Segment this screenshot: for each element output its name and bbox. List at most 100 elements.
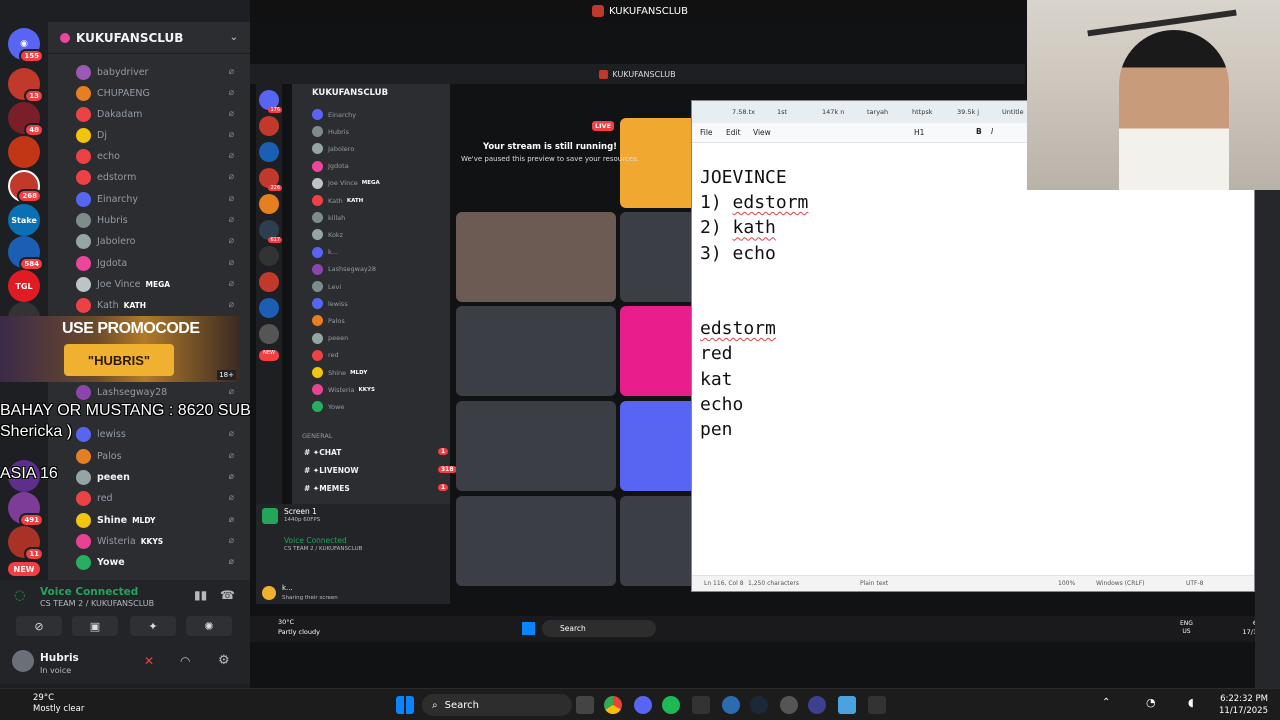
video-tile[interactable] bbox=[620, 212, 696, 302]
notepad-tab[interactable]: 7.58.tx bbox=[732, 108, 755, 116]
heading-dropdown[interactable]: H1 bbox=[914, 128, 924, 137]
notepad-tab[interactable]: httpsk bbox=[912, 108, 933, 116]
server-icon[interactable]: 11 bbox=[8, 526, 44, 561]
spotify-icon[interactable] bbox=[662, 696, 680, 714]
channel-badge: 1 bbox=[438, 484, 449, 491]
menu-view[interactable]: View bbox=[753, 128, 771, 137]
chevron-down-icon[interactable]: ⌄ bbox=[230, 32, 238, 43]
member-item[interactable]: Joe Vince MEGA ⌀ bbox=[76, 274, 246, 294]
misspelled-word: edstorm bbox=[732, 192, 809, 214]
italic-icon[interactable]: I bbox=[991, 127, 993, 136]
notepad-tab[interactable]: Untitle bbox=[1002, 108, 1024, 116]
avatar bbox=[76, 276, 91, 292]
member-item[interactable]: Einarchy ⌀ bbox=[76, 189, 246, 209]
member-item[interactable]: Yowe ⌀ bbox=[76, 552, 246, 572]
home-discord-icon[interactable]: ◉ 155 bbox=[8, 28, 44, 63]
steam-icon[interactable] bbox=[750, 696, 768, 714]
wifi-icon[interactable]: ◔ bbox=[1146, 696, 1156, 709]
notepad-tab[interactable]: taryah bbox=[867, 108, 888, 116]
username[interactable]: Hubris bbox=[40, 652, 79, 664]
server-icon[interactable]: 491 bbox=[8, 492, 44, 527]
muted-icon: ⌀ bbox=[228, 236, 234, 246]
new-badge[interactable]: NEW bbox=[8, 562, 40, 576]
video-tile[interactable] bbox=[620, 118, 696, 208]
member-item[interactable]: Wisteria KKYS ⌀ bbox=[76, 531, 246, 551]
member-item[interactable]: babydriver ⌀ bbox=[76, 62, 246, 82]
app-y-icon[interactable] bbox=[868, 696, 886, 714]
volume-icon[interactable]: ◖ bbox=[1188, 696, 1194, 709]
member-item[interactable]: Hubris ⌀ bbox=[76, 210, 246, 230]
app-y-icon[interactable] bbox=[692, 696, 710, 714]
noise-suppression-icon[interactable]: ▮▮ bbox=[194, 588, 207, 602]
app-icon[interactable] bbox=[808, 696, 826, 714]
activities-button[interactable]: ✦ bbox=[130, 616, 176, 636]
mute-icon[interactable]: ✕ bbox=[144, 654, 154, 668]
system-clock[interactable]: 6:22:32 PM 11/17/2025 bbox=[1219, 693, 1268, 717]
avatar[interactable] bbox=[12, 650, 34, 672]
member-item[interactable]: Dakadam ⌀ bbox=[76, 104, 246, 124]
video-tile[interactable] bbox=[620, 306, 696, 396]
video-tile[interactable] bbox=[620, 401, 696, 491]
video-tile[interactable] bbox=[620, 496, 696, 586]
discord-icon[interactable] bbox=[634, 696, 652, 714]
member-item[interactable]: Dj ⌀ bbox=[76, 125, 246, 145]
signal-icon[interactable]: ◌ bbox=[14, 588, 25, 603]
voice-connected-label[interactable]: Voice Connected bbox=[40, 586, 138, 598]
chrome-icon[interactable] bbox=[604, 696, 622, 714]
menu-file[interactable]: File bbox=[700, 128, 713, 137]
bold-icon[interactable]: B bbox=[976, 127, 982, 136]
member-item[interactable]: Shine MLDY ⌀ bbox=[76, 510, 246, 530]
server-icon[interactable]: 48 bbox=[8, 102, 44, 137]
server-icon[interactable]: 268 bbox=[8, 170, 42, 203]
server-icon[interactable]: 13 bbox=[8, 68, 44, 103]
notepad-tab[interactable]: 39.5k j bbox=[957, 108, 979, 116]
weather-widget[interactable]: 29°C Mostly clear bbox=[12, 693, 84, 715]
member-item[interactable]: Jgdota ⌀ bbox=[76, 253, 246, 273]
server-header[interactable]: KUKUFANSCLUB ⌄ bbox=[48, 22, 250, 54]
member-item[interactable]: edstorm ⌀ bbox=[76, 167, 246, 187]
inner-voice-status: Voice Connected bbox=[284, 536, 347, 545]
member-item[interactable]: Lashsegway28 ⌀ bbox=[76, 382, 246, 402]
member-item[interactable]: red ⌀ bbox=[76, 488, 246, 508]
channel-label: ✦CHAT bbox=[312, 448, 342, 457]
member-item[interactable]: echo ⌀ bbox=[76, 146, 246, 166]
headphones-icon[interactable]: ◠ bbox=[180, 654, 190, 668]
inner-start-icon[interactable] bbox=[522, 622, 535, 635]
windows-start-icon[interactable] bbox=[396, 696, 414, 714]
share-screen-button[interactable]: ▣ bbox=[72, 616, 118, 636]
notepad-tab[interactable]: 1st bbox=[777, 108, 787, 116]
voice-channel-label[interactable]: CS TEAM 2 / KUKUFANSCLUB bbox=[40, 599, 154, 608]
server-icon[interactable] bbox=[8, 136, 40, 168]
video-tile[interactable] bbox=[456, 496, 616, 586]
server-stake-icon[interactable]: Stake bbox=[8, 204, 40, 236]
video-tile[interactable] bbox=[456, 212, 616, 302]
avatar bbox=[312, 349, 323, 361]
inner-member-item: Shine MLDY bbox=[312, 364, 442, 381]
inner-search-box[interactable]: Search bbox=[542, 620, 656, 637]
app-icon[interactable] bbox=[780, 696, 798, 714]
task-view-icon[interactable] bbox=[576, 696, 594, 714]
member-item[interactable]: Kath KATH ⌀ bbox=[76, 295, 246, 315]
video-tile[interactable] bbox=[456, 401, 616, 491]
soundboard-button[interactable]: ✺ bbox=[186, 616, 232, 636]
avatar bbox=[312, 315, 323, 327]
video-tile[interactable] bbox=[456, 306, 616, 396]
server-tgl-icon[interactable]: TGL bbox=[8, 270, 40, 302]
avatar bbox=[76, 533, 91, 549]
notepad-tab[interactable]: 147k n bbox=[822, 108, 844, 116]
avatar bbox=[312, 367, 323, 378]
notepad-text[interactable]: JOEVINCE 1) edstorm 2) kath 3) echo edstorm r… bbox=[700, 165, 808, 442]
member-item[interactable]: Jabolero ⌀ bbox=[76, 231, 246, 251]
member-item[interactable]: CHUPAENG ⌀ bbox=[76, 83, 246, 103]
server-icon[interactable]: 584 bbox=[8, 236, 44, 271]
app-icon[interactable] bbox=[722, 696, 740, 714]
notepad-icon[interactable] bbox=[838, 696, 856, 714]
menu-edit[interactable]: Edit bbox=[726, 128, 741, 137]
webcam-feed bbox=[1027, 0, 1280, 190]
taskbar-search[interactable]: ⌕ Search bbox=[422, 694, 572, 716]
video-grid bbox=[456, 116, 696, 606]
tray-chevron-icon[interactable]: ⌃ bbox=[1102, 697, 1110, 708]
camera-off-button[interactable]: ⊘ bbox=[16, 616, 62, 636]
disconnect-icon[interactable]: ☎ bbox=[220, 588, 235, 602]
settings-gear-icon[interactable]: ⚙ bbox=[218, 653, 230, 668]
